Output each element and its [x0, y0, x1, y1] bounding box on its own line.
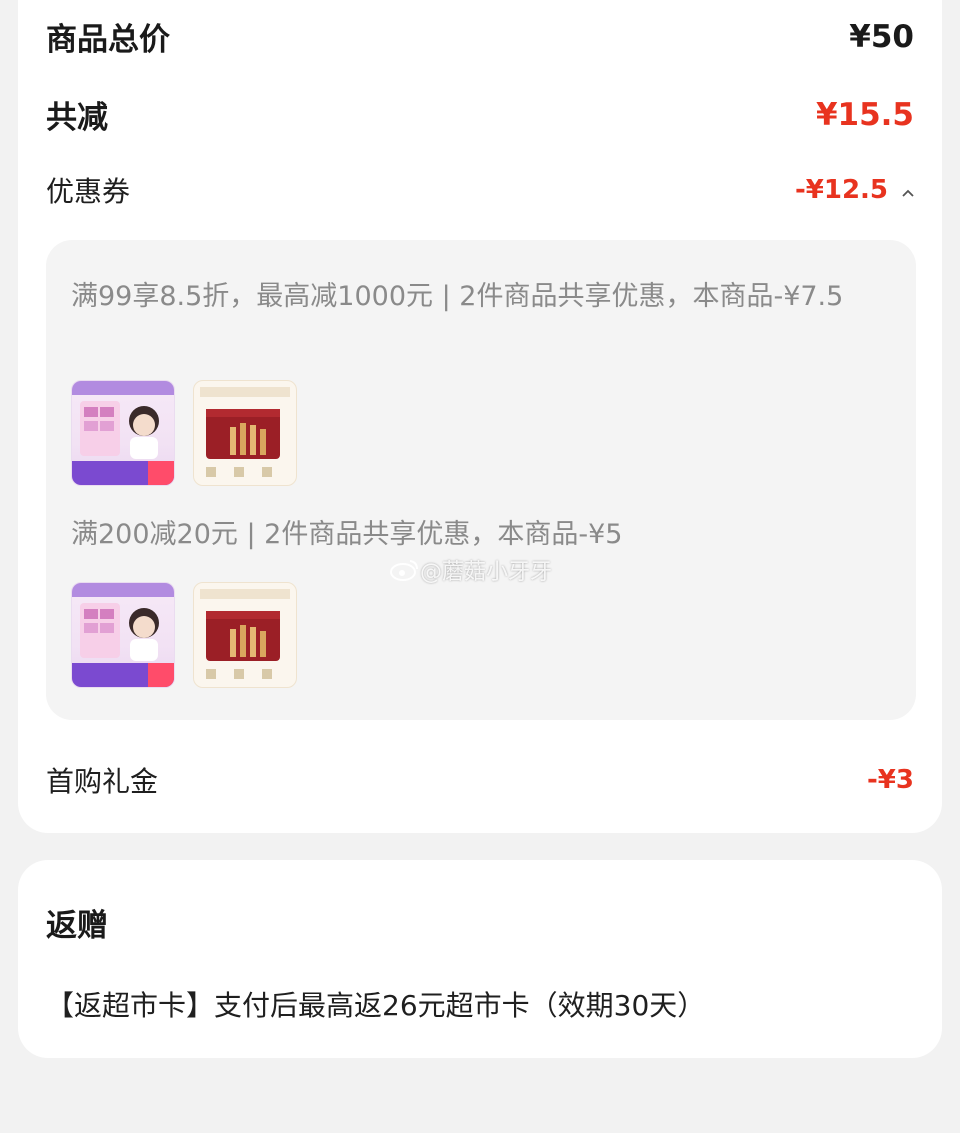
watermark-text: @蘑菇小牙牙 [420, 560, 553, 585]
rebate-card: 返赠 【返超市卡】支付后最高返26元超市卡（效期30天） [18, 860, 942, 1058]
coupon-details: 满99享8.5折，最高减1000元 | 2件商品共享优惠，本商品-¥7.5 满2… [46, 240, 916, 720]
total-price-label: 商品总价 [46, 22, 170, 58]
watermark: @蘑菇小牙牙 [390, 554, 552, 586]
product-thumbnail-sanitary[interactable] [71, 380, 175, 486]
total-price-row: 商品总价 ¥50 [46, 14, 914, 59]
weibo-logo-icon [390, 560, 418, 581]
coupon-label: 优惠券 [46, 175, 131, 208]
coupon-rule-2: 满200减20元 | 2件商品共享优惠，本商品-¥5 [71, 519, 623, 550]
product-image-sanitary [72, 583, 174, 687]
product-thumbnail-eggroll[interactable] [193, 380, 297, 486]
product-image-sanitary [72, 381, 174, 485]
coupon-row[interactable]: 优惠券 -¥12.5 [46, 170, 914, 210]
rebate-title: 返赠 [46, 908, 108, 944]
product-thumbnail-sanitary[interactable] [71, 582, 175, 688]
first-purchase-gift-label: 首购礼金 [46, 765, 159, 798]
total-reduction-value: ¥15.5 [815, 96, 914, 133]
coupon-rule-1: 满99享8.5折，最高减1000元 | 2件商品共享优惠，本商品-¥7.5 [71, 281, 844, 312]
product-thumbnail-eggroll[interactable] [193, 582, 297, 688]
chevron-up-icon[interactable] [902, 187, 914, 199]
product-image-eggroll [200, 589, 290, 679]
first-purchase-gift-row: 首购礼金 -¥3 [46, 760, 914, 800]
rebate-description: 【返超市卡】支付后最高返26元超市卡（效期30天） [46, 989, 706, 1022]
total-reduction-label: 共减 [46, 100, 108, 136]
product-image-eggroll [200, 387, 290, 477]
total-reduction-row: 共减 ¥15.5 [46, 92, 914, 137]
coupon-toggle[interactable]: -¥12.5 [795, 175, 914, 205]
total-price-value: ¥50 [849, 18, 914, 55]
first-purchase-gift-value: -¥3 [867, 765, 914, 795]
coupon-value: -¥12.5 [794, 175, 888, 205]
price-summary-card: 商品总价 ¥50 共减 ¥15.5 优惠券 -¥12.5 满99享8.5折，最高… [18, 0, 942, 833]
